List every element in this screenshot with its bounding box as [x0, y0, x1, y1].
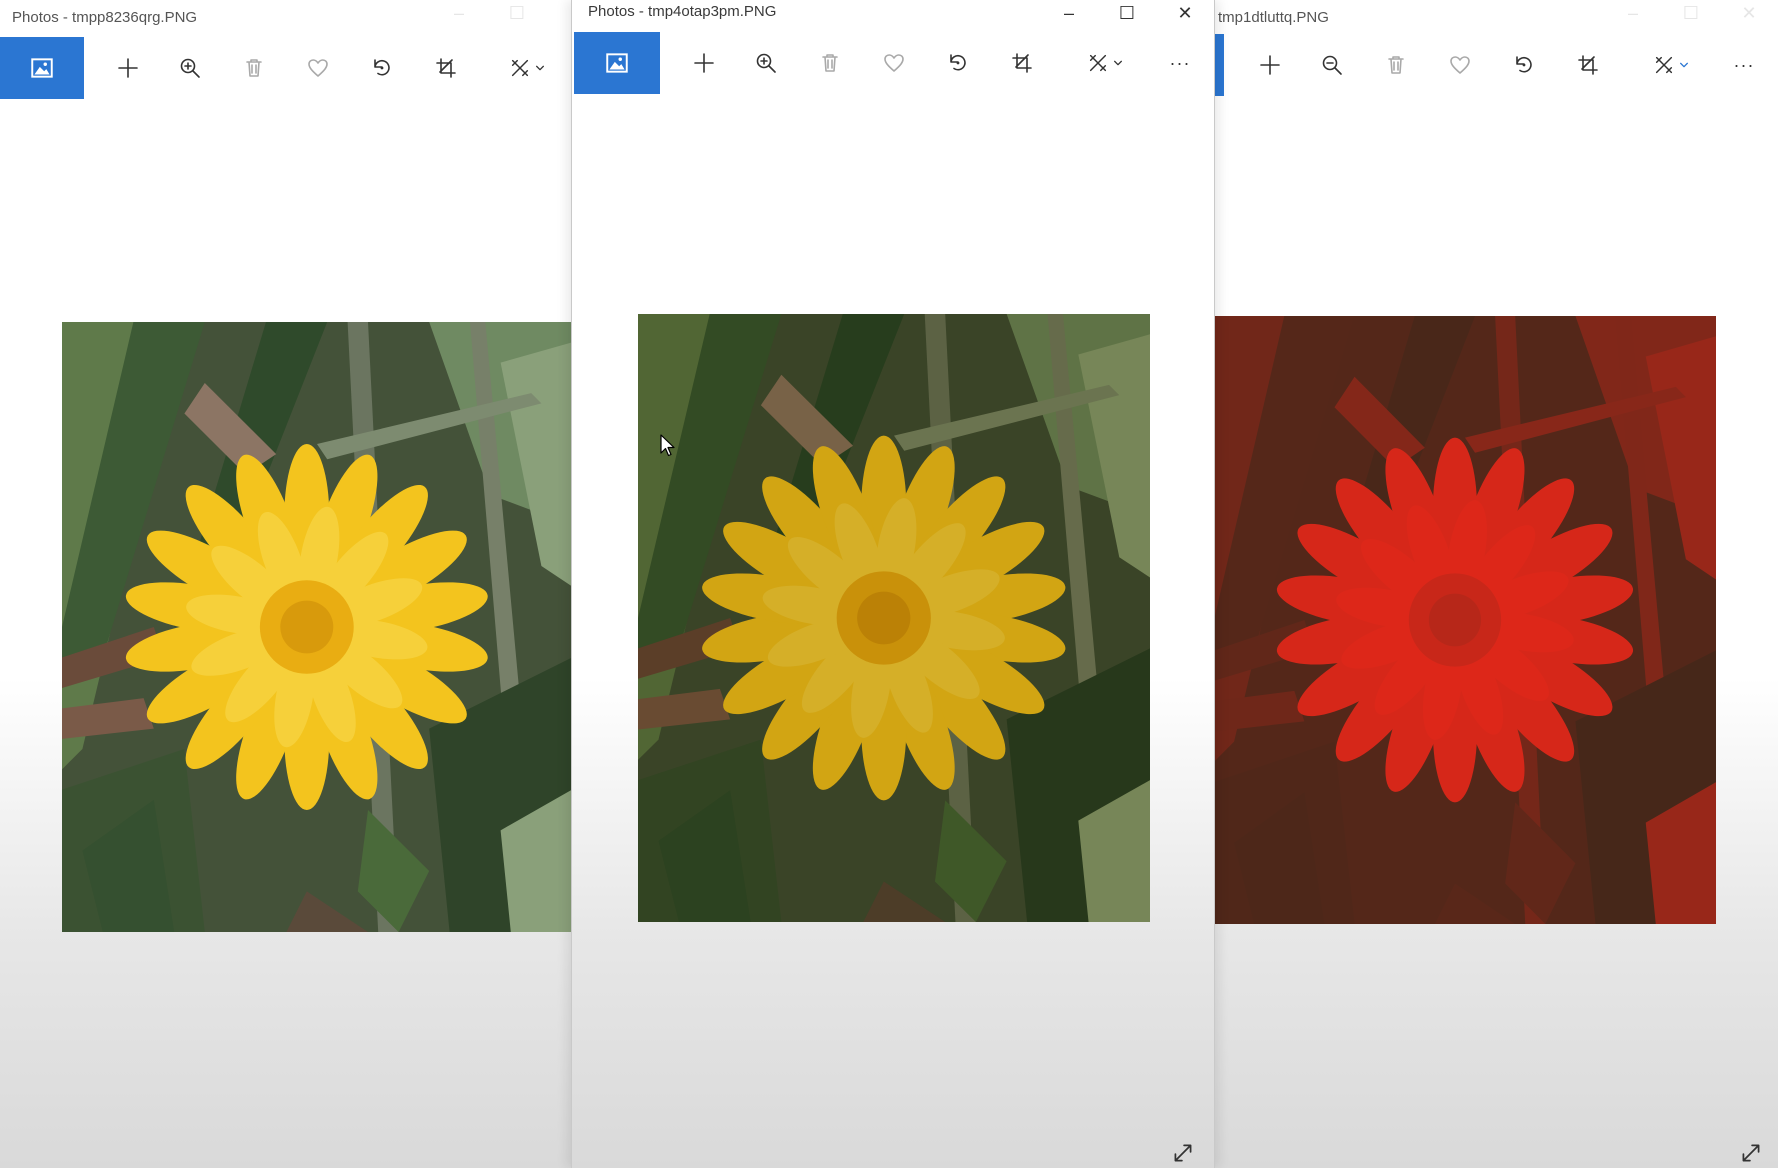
delete-button[interactable]	[232, 37, 276, 99]
rotate-icon	[1516, 56, 1532, 73]
photo-icon	[31, 58, 53, 78]
crop-icon	[436, 58, 456, 78]
minimize-button[interactable]: –	[430, 0, 488, 26]
rotate-icon	[374, 59, 390, 76]
fullscreen-button[interactable]	[1738, 1140, 1764, 1166]
zoom-icon	[180, 58, 200, 78]
zoom-button[interactable]	[1310, 34, 1354, 96]
maximize-button[interactable]: ☐	[1098, 0, 1156, 26]
add-icon	[118, 58, 138, 78]
edit-icon	[511, 59, 529, 77]
photo-red-channel	[1214, 316, 1716, 924]
fullscreen-button[interactable]	[1170, 1140, 1196, 1166]
delete-icon	[1388, 56, 1404, 74]
crop-button[interactable]	[424, 37, 468, 99]
close-button[interactable]: ✕	[1720, 0, 1778, 26]
favorite-button[interactable]	[872, 32, 916, 94]
window-controls: – ☐ ✕	[1604, 0, 1778, 30]
add-icon	[1260, 55, 1280, 75]
edit-icon	[1655, 56, 1673, 74]
add-button[interactable]	[106, 37, 150, 99]
maximize-button[interactable]: ☐	[1662, 0, 1720, 26]
photo-icon-button[interactable]	[0, 37, 84, 99]
window-controls: – ☐	[430, 0, 546, 30]
photo-original	[62, 322, 572, 932]
window-controls: – ☐ ✕	[1040, 0, 1214, 30]
zoom-icon	[1322, 55, 1342, 75]
add-button[interactable]	[1248, 34, 1292, 96]
chevron-down-icon	[536, 65, 544, 71]
photos-window-middle[interactable]: Photos - tmp4otap3pm.PNG – ☐ ✕ ···	[572, 0, 1214, 1168]
edit-button[interactable]	[1076, 32, 1134, 94]
toolbar	[0, 37, 572, 99]
rotate-button[interactable]	[1502, 34, 1546, 96]
add-icon	[694, 53, 714, 73]
delete-icon	[246, 59, 262, 77]
crop-icon	[1012, 53, 1032, 73]
minimize-button[interactable]: –	[1040, 0, 1098, 26]
add-button[interactable]	[682, 32, 726, 94]
photos-window-left[interactable]: Photos - tmpp8236qrg.PNG – ☐	[0, 0, 572, 1168]
crop-icon	[1578, 55, 1598, 75]
photo-darkened	[638, 314, 1150, 922]
rotate-icon	[950, 54, 966, 71]
toolbar: ···	[572, 32, 1214, 94]
crop-button[interactable]	[1000, 32, 1044, 94]
toolbar: ···	[1214, 34, 1778, 96]
chevron-down-icon	[1114, 60, 1122, 66]
crop-button[interactable]	[1566, 34, 1610, 96]
close-button[interactable]: ✕	[1156, 0, 1214, 26]
expand-icon	[1742, 1144, 1760, 1162]
edit-button[interactable]	[1642, 34, 1700, 96]
photo-icon-button[interactable]	[1214, 34, 1224, 96]
favorite-icon	[308, 59, 328, 77]
photo-icon-button[interactable]	[574, 32, 660, 94]
rotate-button[interactable]	[360, 37, 404, 99]
chevron-down-icon	[1680, 62, 1688, 68]
delete-button[interactable]	[1374, 34, 1418, 96]
minimize-button[interactable]: –	[1604, 0, 1662, 26]
photos-window-right[interactable]: tmp1dtluttq.PNG – ☐ ✕ ···	[1214, 0, 1778, 1168]
delete-icon	[822, 54, 838, 72]
zoom-button[interactable]	[744, 32, 788, 94]
favorite-icon	[884, 54, 904, 72]
zoom-icon	[756, 53, 776, 73]
rotate-button[interactable]	[936, 32, 980, 94]
photo-icon	[606, 53, 628, 73]
favorite-icon	[1450, 56, 1470, 74]
maximize-button[interactable]: ☐	[488, 0, 546, 26]
mouse-cursor-icon	[660, 434, 675, 457]
expand-icon	[1174, 1144, 1192, 1162]
favorite-button[interactable]	[296, 37, 340, 99]
favorite-button[interactable]	[1438, 34, 1482, 96]
more-button[interactable]: ···	[1722, 34, 1766, 96]
edit-icon	[1089, 54, 1107, 72]
delete-button[interactable]	[808, 32, 852, 94]
zoom-button[interactable]	[168, 37, 212, 99]
more-button[interactable]: ···	[1158, 32, 1202, 94]
edit-button[interactable]	[500, 37, 554, 99]
